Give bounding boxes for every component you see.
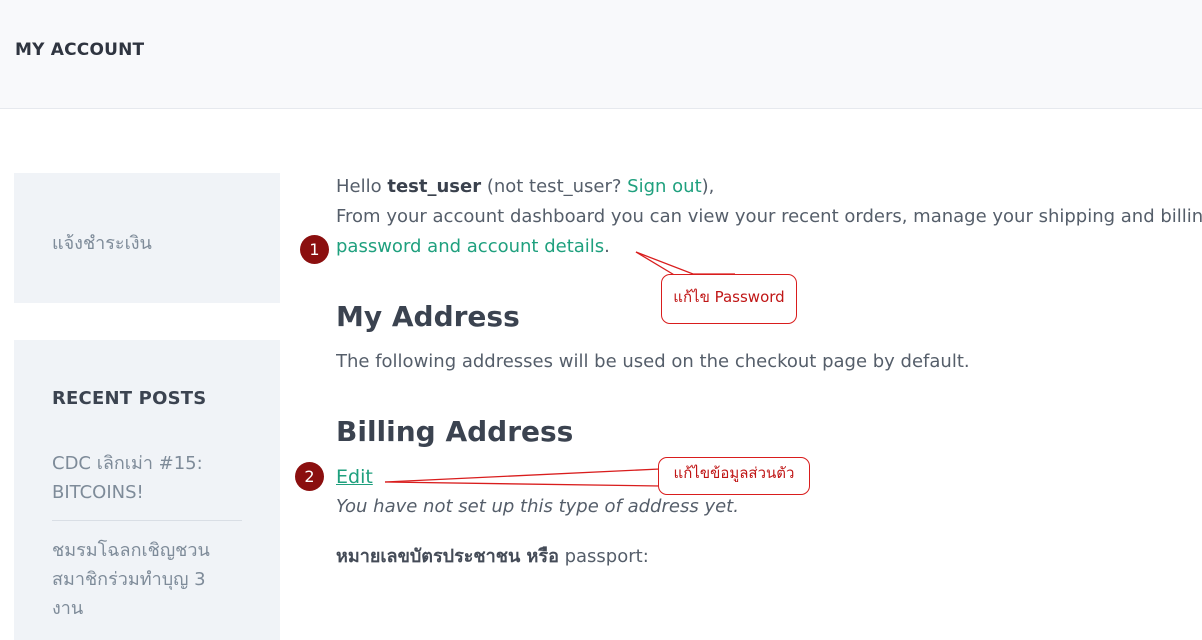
annotation-badge-2: 2: [295, 462, 324, 491]
account-details-line: password and account details.: [336, 235, 610, 259]
username: test_user: [387, 176, 482, 197]
payment-notice-link[interactable]: แจ้งชำระเงิน: [52, 228, 152, 257]
edit-billing-address-link[interactable]: Edit: [336, 465, 373, 489]
dashboard-description: From your account dashboard you can view…: [336, 206, 1202, 227]
id-number-label: หมายเลขบัตรประชาชน หรือ: [336, 546, 559, 567]
sign-out-link[interactable]: Sign out: [627, 176, 701, 197]
my-address-heading: My Address: [336, 300, 520, 333]
callout-edit-password: แก้ไข Password: [661, 274, 797, 324]
recent-post-link[interactable]: ชมรมโฉลกเชิญชวน สมาชิกร่วมทำบุญ 3 งาน: [52, 536, 242, 623]
sidebar-payment-widget: แจ้งชำระเงิน: [14, 173, 280, 303]
greeting-prefix: Hello: [336, 176, 388, 197]
recent-post-link[interactable]: CDC เลิกเม่า #15: BITCOINS!: [52, 449, 242, 507]
billing-address-heading: Billing Address: [336, 415, 574, 448]
address-description: The following addresses will be used on …: [336, 351, 970, 372]
details-suffix: .: [604, 236, 610, 257]
page-title: MY ACCOUNT: [15, 40, 145, 60]
callout-edit-personal-info: แก้ไขข้อมูลส่วนตัว: [658, 457, 810, 495]
not-user-prefix: (not test_user?: [481, 176, 628, 197]
annotation-badge-1: 1: [300, 235, 329, 264]
address-not-set-text: You have not set up this type of address…: [336, 496, 739, 517]
id-number-field: หมายเลขบัตรประชาชน หรือ passport:: [336, 545, 649, 569]
greeting-line: Hello test_user (not test_user? Sign out…: [336, 175, 714, 199]
not-user-suffix: ),: [701, 176, 715, 197]
account-details-link[interactable]: password and account details: [336, 236, 604, 257]
post-divider: [52, 520, 242, 521]
id-number-suffix: passport:: [558, 546, 649, 567]
sidebar-recent-posts-widget: RECENT POSTS CDC เลิกเม่า #15: BITCOINS!…: [14, 340, 280, 640]
recent-posts-heading: RECENT POSTS: [52, 388, 207, 409]
